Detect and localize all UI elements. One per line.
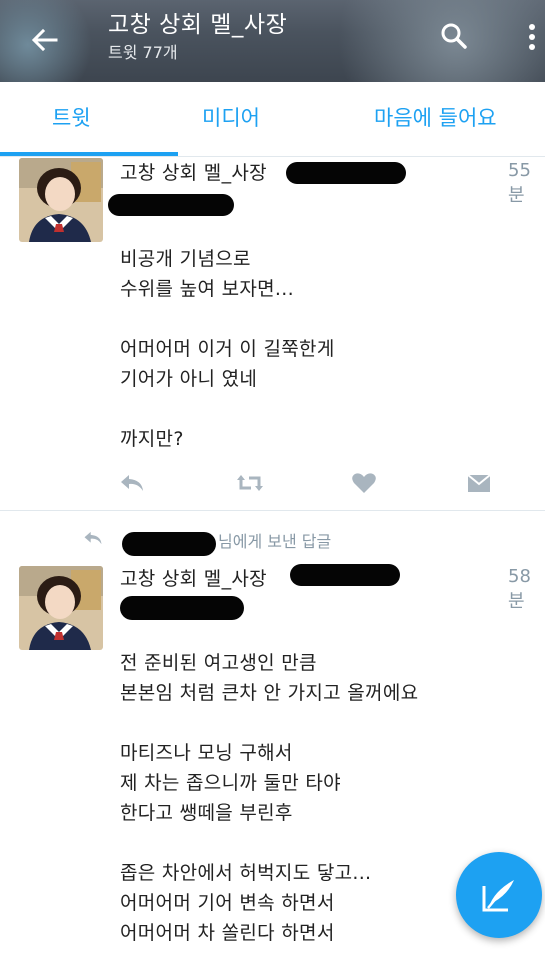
redacted-handle xyxy=(290,564,400,586)
tweet-body: 비공개 기념으로 수위를 높여 보자면... 어머어머 이거 이 길쭉한게 기어… xyxy=(120,244,335,454)
tweet-timestamp: 55분 xyxy=(508,160,531,206)
tweet-line: 어머어머 차 쏠린다 하면서 xyxy=(120,922,335,944)
arrow-left-icon[interactable] xyxy=(28,24,60,56)
heart-icon[interactable] xyxy=(350,470,378,496)
header-background-2 xyxy=(300,0,545,82)
user-name[interactable]: 고창 상회 멜_사장 xyxy=(120,158,267,185)
tab-tweets[interactable]: 트윗 xyxy=(52,82,91,156)
retweet-icon[interactable] xyxy=(236,470,264,496)
tweet-line: 제 차는 좁으니까 둘만 타야 xyxy=(120,772,341,794)
profile-tabs: 트윗 미디어 마음에 들어요 xyxy=(0,82,545,157)
reply-icon[interactable] xyxy=(118,470,146,496)
compose-tweet-icon xyxy=(482,880,514,912)
page-title: 고창 상회 멜_사장 xyxy=(108,12,288,38)
tweet-divider xyxy=(0,510,545,511)
message-icon[interactable] xyxy=(465,470,493,496)
tweet-line: 전 준비된 여고생인 만큼 xyxy=(120,652,317,674)
tweet-line: 본본임 처럼 큰차 안 가지고 올꺼에요 xyxy=(120,682,419,704)
tweet-line: 까지만? xyxy=(120,428,184,450)
tweet-timestamp: 58분 xyxy=(508,566,531,612)
tweet-count: 트윗 77개 xyxy=(108,43,178,62)
redacted-text xyxy=(120,596,244,620)
reply-context: 님에게 보낸 답글 xyxy=(218,532,332,551)
profile-header: 고창 상회 멜_사장 트윗 77개 xyxy=(0,0,545,82)
tweet-line: 비공개 기념으로 xyxy=(120,248,251,270)
tweet-line: 좁은 차안에서 허벅지도 닿고... xyxy=(120,862,372,884)
compose-tweet-button[interactable] xyxy=(456,852,542,938)
reply-context-icon xyxy=(82,528,104,548)
tab-likes[interactable]: 마음에 들어요 xyxy=(374,82,497,156)
tweet-line: 어머어머 기어 변속 하면서 xyxy=(120,892,335,914)
tweet-line: 한다고 쌩떼을 부린후 xyxy=(120,802,293,824)
more-vertical-icon[interactable] xyxy=(522,22,542,52)
user-name[interactable]: 고창 상회 멜_사장 xyxy=(120,564,267,591)
redacted-reply-user xyxy=(122,532,216,556)
tweet-item[interactable]: 고창 상회 멜_사장 55분 비공개 기념으로 수위를 높여 보자면... 어머… xyxy=(0,156,545,512)
search-icon[interactable] xyxy=(438,20,470,52)
tweet-line: 수위를 높여 보자면... xyxy=(120,278,294,300)
redacted-handle xyxy=(286,162,406,184)
tweet-body: 전 준비된 여고생인 만큼 본본임 처럼 큰차 안 가지고 올꺼에요 마티즈나 … xyxy=(120,648,418,948)
tweet-line: 마티즈나 모닝 구해서 xyxy=(120,742,293,764)
tab-media[interactable]: 미디어 xyxy=(202,82,260,156)
avatar[interactable] xyxy=(19,566,103,650)
avatar[interactable] xyxy=(19,158,103,242)
tweet-line: 어머어머 이거 이 길쭉한게 xyxy=(120,338,335,360)
tweet-line: 기어가 아니 였네 xyxy=(120,368,258,390)
redacted-text xyxy=(108,194,234,216)
header-title-block: 고창 상회 멜_사장 트윗 77개 xyxy=(108,10,287,64)
